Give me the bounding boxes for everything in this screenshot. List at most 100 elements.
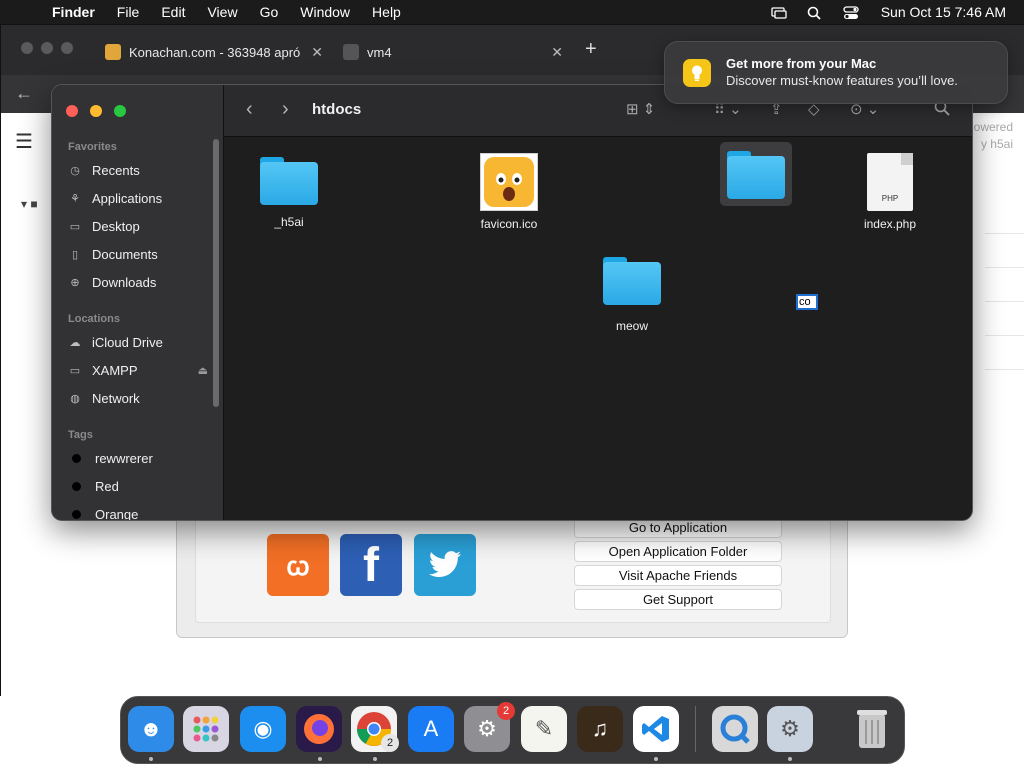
notification-title: Get more from your Mac — [726, 56, 877, 71]
firefox-dock-icon[interactable] — [296, 706, 342, 752]
sidebar-item-label: Downloads — [92, 274, 157, 290]
running-indicator — [654, 757, 658, 761]
sidebar-item-desktop[interactable]: ▭ Desktop — [68, 215, 208, 237]
tag-dot-icon — [72, 509, 81, 519]
file-item-favicon[interactable]: favicon.ico — [449, 153, 569, 231]
tag-dot-icon — [72, 453, 81, 463]
sidebar-item-icloud-drive[interactable]: ☁ iCloud Drive — [68, 331, 208, 353]
powered-by-h5ai[interactable]: owered y h5ai — [974, 119, 1013, 153]
menu-window[interactable]: Window — [300, 4, 350, 20]
sidebar-item-downloads[interactable]: ⊕ Downloads — [68, 271, 208, 293]
twitter-logo-icon[interactable] — [414, 534, 476, 596]
file-name: meow — [615, 319, 648, 333]
sidebar-heading-locations: Locations — [68, 313, 120, 325]
finder-content: _h5ai favicon.ico PHP index.php meow — [224, 137, 972, 520]
running-indicator — [318, 757, 322, 761]
running-indicator — [788, 757, 792, 761]
menu-go[interactable]: Go — [260, 4, 279, 20]
back-chevron-icon[interactable]: ‹ — [246, 98, 253, 121]
eject-icon[interactable]: ⏏ — [198, 364, 208, 377]
sidebar-item-applications[interactable]: ⚘ Applications — [68, 187, 208, 209]
close-tab-icon[interactable]: ✕ — [311, 44, 323, 61]
folder-favicon-icon — [343, 44, 359, 60]
sidebar-scrollbar[interactable] — [213, 139, 219, 407]
file-item-index-php[interactable]: PHP index.php — [830, 153, 950, 231]
screen-mirroring-icon[interactable] — [771, 6, 787, 19]
sidebar-item-label: Network — [92, 390, 140, 406]
menu-view[interactable]: View — [207, 4, 237, 20]
xampp-logo-icon[interactable]: ꞷ — [267, 534, 329, 596]
menu-app-name[interactable]: Finder — [52, 4, 95, 20]
close-tab-icon[interactable]: ✕ — [551, 44, 563, 61]
notification-body: Discover must-know features you’ll love. — [726, 73, 958, 88]
menu-help[interactable]: Help — [372, 4, 401, 20]
dock-separator — [695, 706, 696, 752]
close-window-button[interactable] — [66, 105, 78, 117]
network-globe-icon: ◍ — [70, 392, 80, 405]
sidebar-item-documents[interactable]: ▯ Documents — [68, 243, 208, 265]
divider — [985, 335, 1024, 336]
spotlight-search-icon[interactable] — [807, 6, 823, 20]
browser-tab-konachan[interactable]: Konachan.com - 363948 apró ✕ — [105, 37, 323, 67]
applications-icon: ⚘ — [70, 192, 80, 205]
tips-notification[interactable]: Get more from your Mac Discover must-kno… — [664, 41, 1008, 104]
browser-zoom-dot[interactable] — [61, 42, 73, 54]
safari-dock-icon[interactable]: ◉ — [240, 706, 286, 752]
cloud-icon: ☁ — [69, 336, 81, 349]
finder-dock-icon[interactable]: ☻ — [128, 706, 174, 752]
favicon-image-icon — [480, 153, 538, 211]
sidebar-tag-red[interactable]: Red — [68, 475, 208, 497]
sidebar-item-label: Recents — [92, 162, 140, 178]
rename-field[interactable]: co — [796, 294, 818, 310]
notification-badge: 2 — [497, 702, 515, 720]
running-indicator — [149, 757, 153, 761]
zoom-window-button[interactable] — [114, 105, 126, 117]
launchpad-dock-icon[interactable] — [183, 706, 229, 752]
forward-chevron-icon[interactable]: › — [282, 98, 289, 121]
menu-edit[interactable]: Edit — [161, 4, 185, 20]
file-name: _h5ai — [274, 215, 304, 229]
sidebar-item-label: XAMPP — [92, 362, 138, 378]
sidebar-item-recents[interactable]: ◷ Recents — [68, 159, 208, 181]
folder-icon — [727, 151, 785, 199]
file-item-h5ai[interactable]: _h5ai — [229, 157, 349, 229]
browser-close-dot[interactable] — [21, 42, 33, 54]
textedit-dock-icon[interactable]: ✎ — [521, 706, 567, 752]
download-icon: ⊕ — [70, 276, 80, 289]
browser-back-icon[interactable]: ← — [15, 83, 33, 104]
menu-file[interactable]: File — [117, 4, 140, 20]
garageband-dock-icon[interactable]: ♫ — [577, 706, 623, 752]
file-name: index.php — [863, 217, 917, 231]
sidebar-item-network[interactable]: ◍ Network — [68, 387, 208, 409]
tree-collapse-chevron-icon[interactable]: ▾ ■ — [21, 197, 38, 211]
desktop-icon: ▭ — [69, 220, 81, 233]
quicktime-dock-icon[interactable] — [712, 706, 758, 752]
tag-dot-icon — [72, 481, 81, 491]
hamburger-menu-icon[interactable]: ☰ — [15, 129, 33, 154]
new-folder-selected[interactable] — [720, 142, 792, 206]
facebook-logo-icon[interactable]: f — [340, 534, 402, 596]
menu-clock[interactable]: Sun Oct 15 7:46 AM — [881, 4, 1006, 20]
browser-tab-vm4[interactable]: vm4 ✕ — [343, 37, 563, 67]
visit-apache-friends-button[interactable]: Visit Apache Friends — [574, 565, 782, 586]
document-icon: ▯ — [71, 248, 79, 261]
file-item-meow[interactable]: meow — [572, 257, 692, 333]
get-support-button[interactable]: Get Support — [574, 589, 782, 610]
sidebar-tag-rewwrerer[interactable]: rewwrerer — [68, 447, 208, 469]
divider — [985, 233, 1024, 234]
sidebar-tag-orange[interactable]: Orange — [68, 503, 208, 520]
sidebar-item-label: Applications — [92, 190, 163, 206]
open-application-folder-button[interactable]: Open Application Folder — [574, 541, 782, 562]
app-store-dock-icon[interactable]: A — [408, 706, 454, 752]
control-center-icon[interactable] — [843, 6, 859, 19]
sidebar-item-label: Red — [95, 478, 119, 494]
new-tab-icon[interactable]: + — [585, 38, 597, 61]
trash-dock-icon[interactable] — [849, 706, 895, 752]
minimize-window-button[interactable] — [90, 105, 102, 117]
clock-icon: ◷ — [70, 164, 80, 177]
view-mode-grid-icon[interactable]: ⊞ ⇕ — [626, 100, 655, 118]
sidebar-item-xampp[interactable]: ▭ XAMPP ⏏ — [68, 359, 208, 381]
vscode-dock-icon[interactable] — [633, 706, 679, 752]
xampp-manager-dock-icon[interactable]: ⚙ — [767, 706, 813, 752]
browser-minimize-dot[interactable] — [41, 42, 53, 54]
